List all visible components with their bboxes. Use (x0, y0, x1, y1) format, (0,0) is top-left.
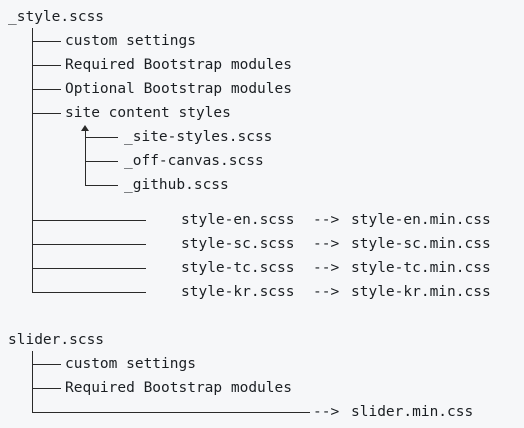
tree1-child-site-content-styles: site content styles (65, 105, 231, 121)
branch-line-output-tc (32, 268, 146, 269)
output-arrow-sc: --> (313, 236, 340, 252)
subchild-off-canvas: _off-canvas.scss (124, 153, 264, 169)
root-file-style-scss: _style.scss (8, 9, 105, 25)
branch-line-custom-settings (32, 41, 61, 42)
tree2-child-custom-settings: custom settings (65, 356, 196, 372)
tree1-child-custom-settings: custom settings (65, 33, 196, 49)
branch-line-site-styles (85, 137, 118, 138)
output-src-kr: style-kr.scss (181, 284, 295, 300)
output-dst-tc: style-tc.min.css (351, 260, 491, 276)
output-dst-sc: style-sc.min.css (351, 236, 491, 252)
root-file-slider-scss: slider.scss (8, 332, 105, 348)
branch-line-output-en (32, 220, 146, 221)
output-dst-en: style-en.min.css (351, 212, 491, 228)
tree1-trunk-line (32, 28, 33, 293)
subtree-trunk-line (85, 130, 86, 186)
branch-line-site-content-styles (32, 113, 61, 114)
output-dst-kr: style-kr.min.css (351, 284, 491, 300)
branch-line-github (85, 185, 118, 186)
output-src-tc: style-tc.scss (181, 260, 295, 276)
tree1-child-required-bootstrap: Required Bootstrap modules (65, 57, 292, 73)
branch-line-off-canvas (85, 161, 118, 162)
subchild-github: _github.scss (124, 177, 229, 193)
branch-line-optional-bootstrap (32, 89, 61, 90)
tree2-output-dst: slider.min.css (351, 404, 474, 420)
output-arrow-kr: --> (313, 284, 340, 300)
subchild-site-styles: _site-styles.scss (124, 129, 273, 145)
tree2-trunk-line (32, 351, 33, 413)
tree2-output-arrow: --> (313, 404, 340, 420)
branch-line-output-sc (32, 244, 146, 245)
output-arrow-tc: --> (313, 260, 340, 276)
branch-line-output-kr (32, 292, 146, 293)
tree2-child-required-bootstrap: Required Bootstrap modules (65, 380, 292, 396)
tree2-branch-line-required-bootstrap (32, 388, 61, 389)
tree2-branch-line-custom-settings (32, 364, 61, 365)
branch-line-required-bootstrap (32, 65, 61, 66)
output-src-sc: style-sc.scss (181, 236, 295, 252)
output-arrow-en: --> (313, 212, 340, 228)
tree1-child-optional-bootstrap: Optional Bootstrap modules (65, 81, 292, 97)
output-src-en: style-en.scss (181, 212, 295, 228)
tree2-output-line (32, 412, 310, 413)
